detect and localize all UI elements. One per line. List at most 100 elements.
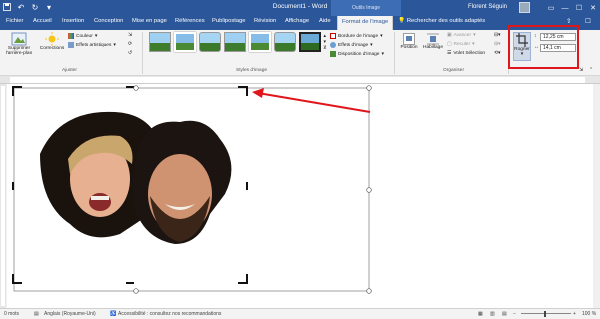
crop-handle-bottom-right[interactable] [246, 274, 248, 284]
share-icon[interactable]: ⇧ [566, 17, 571, 25]
bring-forward-label: Avancer [453, 33, 472, 38]
size-group-highlight [508, 25, 579, 69]
close-icon[interactable]: ✕ [586, 1, 600, 15]
tab-conception[interactable]: Conception [94, 18, 123, 24]
palette-icon [68, 33, 74, 39]
style-thumbnail[interactable] [149, 32, 171, 52]
change-picture-icon[interactable]: ⟳ [128, 42, 132, 47]
style-thumbnail[interactable] [299, 32, 321, 52]
crop-handle-top-right[interactable] [246, 86, 248, 96]
document-title: Document1 - Word [272, 3, 328, 10]
zoom-level[interactable]: 100 % [582, 311, 596, 317]
position-button[interactable]: Position [398, 33, 420, 50]
style-thumbnail[interactable] [199, 32, 221, 52]
resize-handle-top[interactable] [133, 85, 139, 91]
group-label-adjust: Ajuster [62, 68, 77, 73]
user-name[interactable]: Florent Séguin [468, 4, 507, 10]
zoom-in-icon[interactable]: + [573, 311, 576, 317]
rotate-icon[interactable]: ⟲▾ [494, 51, 500, 56]
style-thumbnail[interactable] [249, 32, 271, 52]
style-thumbnail[interactable] [174, 32, 196, 52]
ruler-text-area [10, 77, 585, 83]
tab-references[interactable]: Références [175, 18, 205, 24]
align-icon[interactable]: ⊟▾ [494, 33, 500, 38]
corrections-label: Corrections [39, 46, 65, 51]
lightbulb-icon: 💡 [398, 18, 406, 24]
dropdown-icon: ▾ [113, 42, 116, 48]
resize-handle-bottom-right[interactable] [366, 288, 372, 294]
group-objects-icon[interactable]: ⊞▾ [494, 42, 500, 47]
minimize-icon[interactable]: — [558, 1, 572, 15]
title-bar: ↶ ↻ ▾ Document1 - Word Outils Image Flor… [0, 0, 600, 16]
size-dialog-launcher-icon[interactable]: ⇲ [579, 68, 583, 73]
crop-handle-right[interactable] [246, 182, 248, 190]
word-count[interactable]: 0 mots [4, 311, 19, 317]
search-box[interactable]: 💡 Rechercher des outils adaptés [398, 18, 485, 24]
artistic-effects-button[interactable]: Effets artistiques ▾ [68, 42, 116, 48]
remove-background-button[interactable]: Supprimer l'arrière-plan [2, 32, 36, 57]
crop-handle-left[interactable] [12, 182, 14, 190]
zoom-slider-thumb[interactable] [544, 311, 546, 317]
border-icon [330, 33, 336, 39]
maximize-icon[interactable]: ☐ [572, 1, 586, 15]
compress-icon[interactable]: ⇲ [128, 33, 132, 38]
document-canvas[interactable] [0, 84, 600, 308]
resize-handle-bottom[interactable] [133, 288, 139, 294]
color-button[interactable]: Couleur ▾ [68, 33, 97, 39]
read-mode-icon[interactable]: ▥ [490, 311, 495, 317]
group-separator [394, 32, 395, 74]
tab-affichage[interactable]: Affichage [285, 18, 309, 24]
more-icon[interactable]: ⊻ [323, 46, 327, 51]
resize-handle-top-right[interactable] [366, 85, 372, 91]
comments-icon[interactable]: ☐ [585, 17, 591, 25]
wrap-text-button[interactable]: Habillage [421, 33, 445, 50]
avatar[interactable] [519, 2, 530, 13]
crop-handle-bottom-left[interactable] [12, 274, 14, 284]
tab-revision[interactable]: Révision [254, 18, 276, 24]
picture-effects-button[interactable]: Effets d'image ▾ [330, 42, 373, 48]
print-layout-icon[interactable]: ▤ [502, 311, 507, 317]
crop-handle-bottom[interactable] [126, 282, 134, 284]
style-thumbnail[interactable] [274, 32, 296, 52]
dropdown-icon: ▾ [473, 33, 476, 38]
picture-layout-label: Disposition d'image [338, 51, 380, 57]
ribbon-display-icon[interactable]: ▭ [544, 1, 558, 15]
accessibility-status[interactable]: Accessibilité : consultez nos recommanda… [118, 311, 221, 317]
zoom-slider[interactable] [521, 313, 571, 314]
crop-handle-top-left[interactable] [12, 86, 14, 96]
tab-publipostage[interactable]: Publipostage [212, 18, 246, 24]
proofing-icon[interactable]: ▤ [34, 311, 39, 317]
accessibility-icon[interactable]: ♿ [110, 311, 116, 317]
collapse-ribbon-icon[interactable]: ⌃ [589, 68, 593, 73]
selection-pane-button[interactable]: ☰ Volet Sélection [447, 51, 485, 56]
context-tab-header: Outils Image [331, 0, 401, 16]
sun-icon [45, 32, 59, 46]
photo-content[interactable] [40, 111, 245, 284]
vertical-scrollbar[interactable] [593, 84, 600, 308]
tab-format-image[interactable]: Format de l'image [337, 16, 394, 30]
focus-mode-icon[interactable]: ▦ [478, 311, 483, 317]
style-thumbnail[interactable] [224, 32, 246, 52]
picture-border-button[interactable]: Bordure de l'image ▾ [330, 33, 383, 39]
send-backward-button[interactable]: ▢ Reculer ▾ [447, 42, 475, 47]
send-backward-label: Reculer [453, 42, 471, 47]
resize-handle-right[interactable] [366, 187, 372, 193]
picture-layout-button[interactable]: Disposition d'image ▾ [330, 51, 384, 57]
tab-mise-en-page[interactable]: Mise en page [132, 18, 167, 24]
tab-insertion[interactable]: Insertion [62, 18, 84, 24]
horizontal-ruler [0, 76, 600, 84]
crop-handle-top[interactable] [126, 86, 134, 88]
tab-accueil[interactable]: Accueil [33, 18, 52, 24]
bring-forward-button[interactable]: ▣ Avancer ▾ [447, 33, 475, 38]
tab-fichier[interactable]: Fichier [6, 18, 23, 24]
scroll-down-icon[interactable]: ▾ [324, 40, 326, 45]
vertical-ruler-area [1, 86, 5, 306]
tab-aide[interactable]: Aide [319, 18, 331, 24]
scroll-up-icon[interactable]: ▴ [324, 34, 326, 39]
zoom-out-icon[interactable]: − [513, 311, 516, 317]
language[interactable]: Anglais (Royaume-Uni) [44, 311, 96, 317]
corrections-button[interactable]: Corrections [38, 32, 66, 51]
reset-picture-icon[interactable]: ↺ [128, 51, 132, 56]
position-label: Position [400, 45, 418, 50]
gallery-scroll[interactable]: ▴ ▾ ⊻ [323, 34, 327, 51]
